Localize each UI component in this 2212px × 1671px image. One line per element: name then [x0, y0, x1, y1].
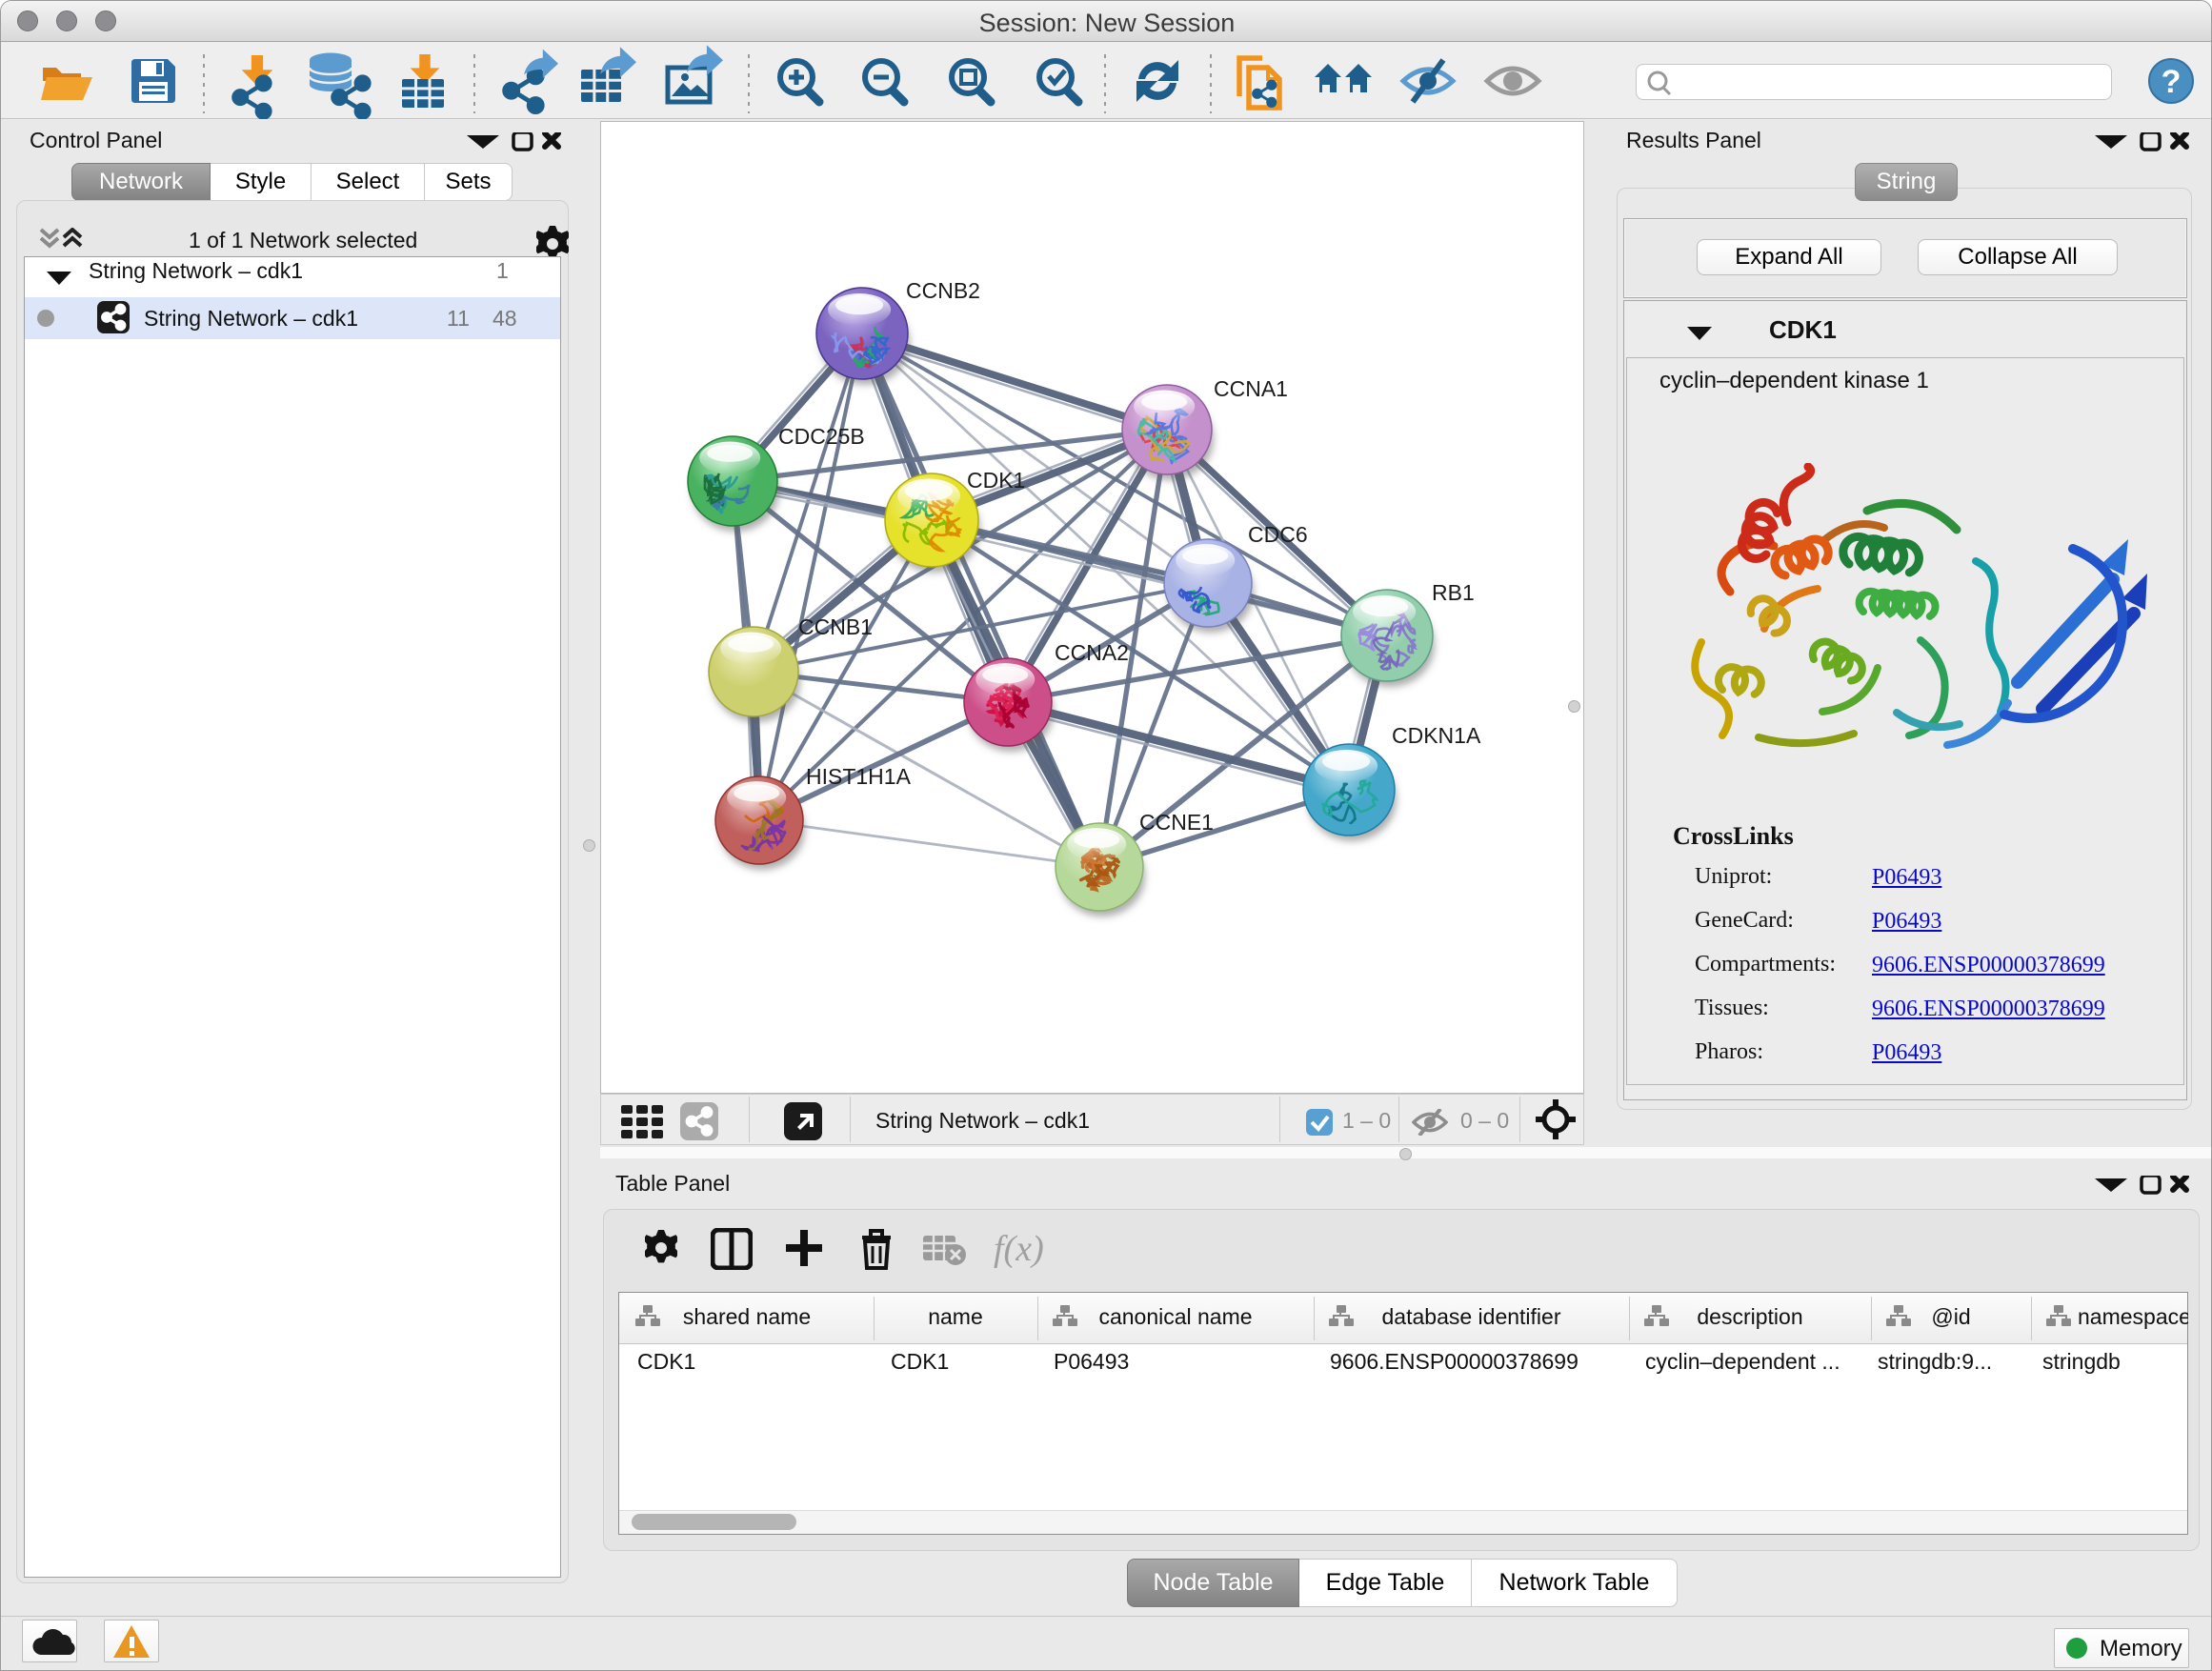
svg-text:CCNB1: CCNB1 — [798, 614, 873, 639]
svg-text:CCNB2: CCNB2 — [906, 278, 980, 303]
svg-text:CDKN1A: CDKN1A — [1392, 723, 1481, 748]
svg-text:CDC25B: CDC25B — [778, 424, 865, 449]
svg-text:HIST1H1A: HIST1H1A — [806, 764, 912, 789]
svg-text:CCNE1: CCNE1 — [1139, 810, 1214, 835]
svg-text:CDK1: CDK1 — [967, 468, 1025, 493]
svg-text:?: ? — [2162, 64, 2182, 100]
svg-text:RB1: RB1 — [1432, 580, 1475, 605]
svg-text:CCNA2: CCNA2 — [1055, 640, 1129, 665]
svg-text:CDC6: CDC6 — [1248, 522, 1308, 547]
svg-text:CCNA1: CCNA1 — [1214, 376, 1288, 401]
